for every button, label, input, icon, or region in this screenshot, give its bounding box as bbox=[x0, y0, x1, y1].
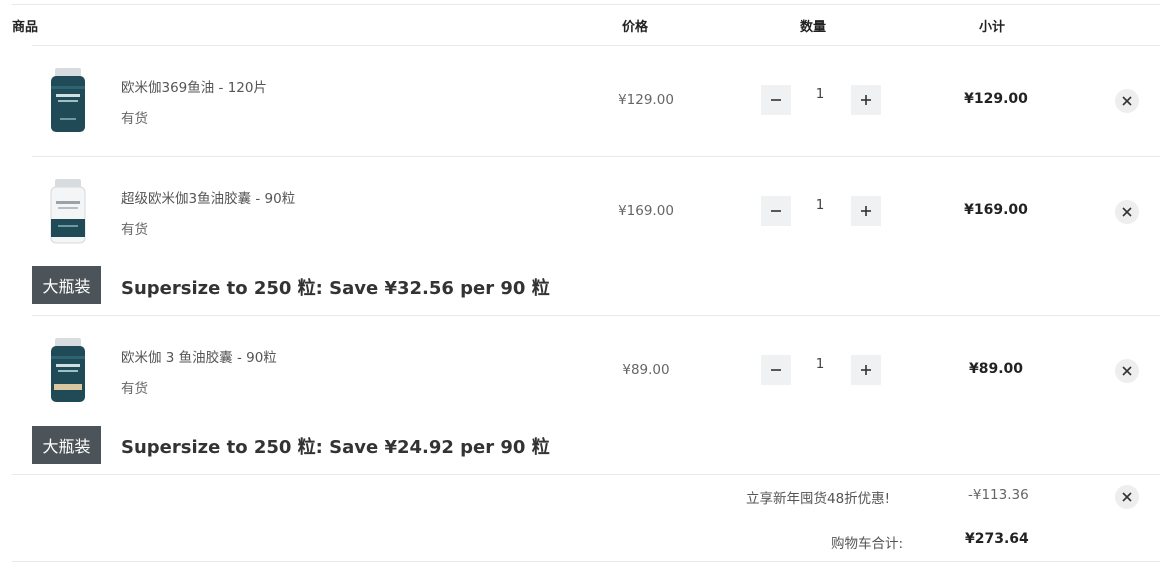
product-name[interactable]: 欧米伽369鱼油 - 120片 bbox=[121, 76, 267, 96]
column-header-price: 价格 bbox=[622, 20, 649, 35]
line-subtotal: ¥129.00 bbox=[964, 91, 1028, 107]
increase-quantity-button[interactable] bbox=[851, 355, 881, 385]
product-name[interactable]: 欧米伽 3 鱼油胶囊 - 90粒 bbox=[121, 346, 277, 366]
product-image[interactable] bbox=[48, 179, 88, 245]
discount-label: 立享新年囤货48折优惠! bbox=[746, 491, 891, 507]
minus-icon bbox=[771, 99, 781, 101]
increase-quantity-button[interactable] bbox=[851, 196, 881, 226]
remove-discount-button[interactable] bbox=[1115, 485, 1139, 509]
close-icon bbox=[1122, 207, 1132, 217]
quantity-value[interactable]: 1 bbox=[805, 86, 835, 102]
column-header-quantity: 数量 bbox=[800, 20, 827, 35]
quantity-value[interactable]: 1 bbox=[805, 197, 835, 213]
supersize-badge: 大瓶装 bbox=[32, 266, 101, 304]
column-header-product: 商品 bbox=[12, 20, 39, 35]
remove-item-button[interactable] bbox=[1115, 89, 1139, 113]
unit-price: ¥129.00 bbox=[618, 92, 674, 108]
product-name[interactable]: 超级欧米伽3鱼油胶囊 - 90粒 bbox=[121, 187, 295, 207]
decrease-quantity-button[interactable] bbox=[761, 196, 791, 226]
close-icon bbox=[1122, 492, 1132, 502]
cart-total-value: ¥273.64 bbox=[965, 531, 1029, 547]
divider bbox=[12, 561, 1160, 562]
supersize-offer-link[interactable]: Supersize to 250 粒: Save ¥32.56 per 90 粒 bbox=[121, 274, 550, 300]
line-subtotal: ¥169.00 bbox=[964, 202, 1028, 218]
product-image[interactable] bbox=[48, 68, 88, 134]
increase-quantity-button[interactable] bbox=[851, 85, 881, 115]
unit-price: ¥169.00 bbox=[618, 203, 674, 219]
cart-item: 欧米伽 3 鱼油胶囊 - 90粒 有货 ¥89.00 1 ¥89.00 大瓶装 … bbox=[0, 316, 1160, 474]
column-header-subtotal: 小计 bbox=[979, 20, 1006, 35]
minus-icon bbox=[771, 369, 781, 371]
close-icon bbox=[1122, 96, 1132, 106]
remove-item-button[interactable] bbox=[1115, 359, 1139, 383]
line-subtotal: ¥89.00 bbox=[968, 361, 1024, 377]
remove-item-button[interactable] bbox=[1115, 200, 1139, 224]
decrease-quantity-button[interactable] bbox=[761, 85, 791, 115]
divider bbox=[12, 474, 1160, 475]
cart-item: 欧米伽369鱼油 - 120片 有货 ¥129.00 1 ¥129.00 bbox=[0, 46, 1160, 156]
product-image[interactable] bbox=[48, 338, 88, 404]
plus-icon bbox=[861, 95, 871, 105]
decrease-quantity-button[interactable] bbox=[761, 355, 791, 385]
unit-price: ¥89.00 bbox=[622, 362, 670, 378]
supersize-badge: 大瓶装 bbox=[32, 426, 101, 464]
stock-status: 有货 bbox=[121, 222, 148, 238]
cart-total-label: 购物车合计: bbox=[831, 536, 904, 552]
supersize-offer-link[interactable]: Supersize to 250 粒: Save ¥24.92 per 90 粒 bbox=[121, 433, 550, 459]
close-icon bbox=[1122, 366, 1132, 376]
minus-icon bbox=[771, 210, 781, 212]
discount-value: -¥113.36 bbox=[968, 487, 1029, 503]
plus-icon bbox=[861, 365, 871, 375]
quantity-value[interactable]: 1 bbox=[805, 356, 835, 372]
plus-icon bbox=[861, 206, 871, 216]
divider bbox=[12, 4, 1160, 5]
dark-supplement-bottle-icon bbox=[51, 68, 85, 132]
stock-status: 有货 bbox=[121, 111, 148, 127]
dark-supplement-bottle-icon bbox=[51, 338, 85, 402]
stock-status: 有货 bbox=[121, 381, 148, 397]
cart-item: 超级欧米伽3鱼油胶囊 - 90粒 有货 ¥169.00 1 ¥169.00 大瓶… bbox=[0, 157, 1160, 315]
white-supplement-bottle-icon bbox=[50, 179, 86, 244]
